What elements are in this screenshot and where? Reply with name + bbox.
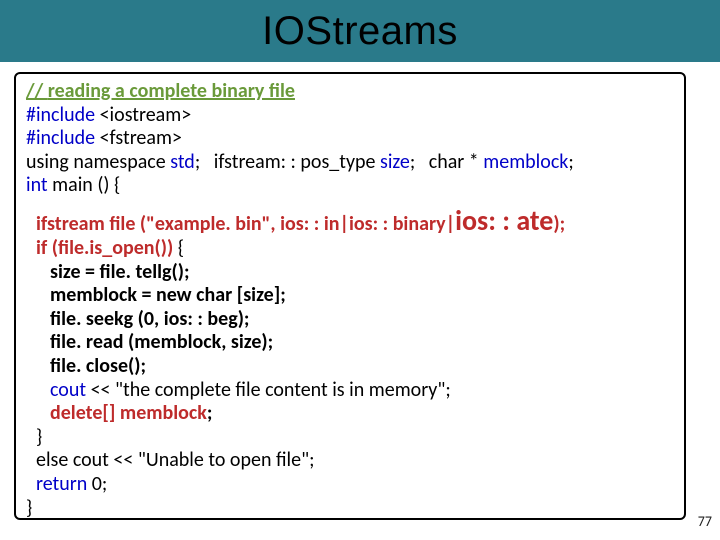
text-semi: ; xyxy=(568,150,573,174)
brace-close-if: } xyxy=(36,426,674,450)
delete-var: memblock xyxy=(120,401,207,425)
ifstream-decl: ifstream file ("example. bin", ios: : in… xyxy=(36,212,455,236)
if-cond: if (file.is_open()) xyxy=(36,236,173,260)
main-sig: int main () { xyxy=(26,174,674,198)
new-char-line: memblock = new char [size]; xyxy=(36,284,674,308)
delete-line: delete[] memblock; xyxy=(36,402,674,426)
kw-cout: cout xyxy=(50,378,86,402)
if-open-line: if (file.is_open()) { xyxy=(36,237,674,261)
page-number: 77 xyxy=(698,513,712,530)
seekg-line: file. seekg (0, ios: : beg); xyxy=(36,308,674,332)
kw-return: return xyxy=(36,472,87,496)
include-target-1: <iostream> xyxy=(95,103,191,127)
text-pos-type: ; ifstream: : pos_type xyxy=(195,150,380,174)
comment-slashes: // xyxy=(26,79,48,103)
else-text: else cout xyxy=(36,448,109,472)
kw-int: int xyxy=(26,173,48,197)
delete-kw: delete[] xyxy=(50,401,120,425)
text-using: using namespace xyxy=(26,150,170,174)
tellg-line: size = file. tellg(); xyxy=(36,261,674,285)
cout-rest: << "the complete file content is in memo… xyxy=(86,378,451,402)
kw-size: size xyxy=(380,150,410,174)
kw-memblock: memblock xyxy=(483,150,568,174)
keyword-include: #include xyxy=(26,126,95,150)
include-target-2: <fstream> xyxy=(95,126,182,150)
main-body: ifstream file ("example. bin", ios: : in… xyxy=(26,204,674,497)
ios-ate: ios: : ate xyxy=(455,203,553,238)
read-line: file. read (memblock, size); xyxy=(36,331,674,355)
code-box: // reading a complete binary file #inclu… xyxy=(14,72,686,520)
ifstream-close: ); xyxy=(553,212,565,236)
include-line-2: #include <fstream> xyxy=(26,127,674,151)
else-rest: << "Unable to open file"; xyxy=(109,448,315,472)
keyword-include: #include xyxy=(26,103,95,127)
code-comment: // reading a complete binary file xyxy=(26,80,674,104)
ifstream-line: ifstream file ("example. bin", ios: : in… xyxy=(36,204,674,237)
main-rest: main () { xyxy=(48,173,121,197)
comment-text: reading a complete binary file xyxy=(48,79,295,103)
close-line: file. close(); xyxy=(36,355,674,379)
else-line: else cout << "Unable to open file"; xyxy=(36,449,674,473)
decl-line: using namespace std; ifstream: : pos_typ… xyxy=(26,151,674,175)
delete-semi: ; xyxy=(207,401,213,425)
include-line-1: #include <iostream> xyxy=(26,104,674,128)
slide-title: IOStreams xyxy=(262,9,458,54)
if-brace: { xyxy=(173,236,184,260)
title-bar: IOStreams xyxy=(0,0,720,62)
return-zero: 0; xyxy=(87,472,107,496)
brace-close-main: } xyxy=(26,497,674,521)
cout-line: cout << "the complete file content is in… xyxy=(36,379,674,403)
kw-std: std xyxy=(170,150,195,174)
return-line: return 0; xyxy=(36,473,674,497)
text-char: ; char * xyxy=(410,150,483,174)
